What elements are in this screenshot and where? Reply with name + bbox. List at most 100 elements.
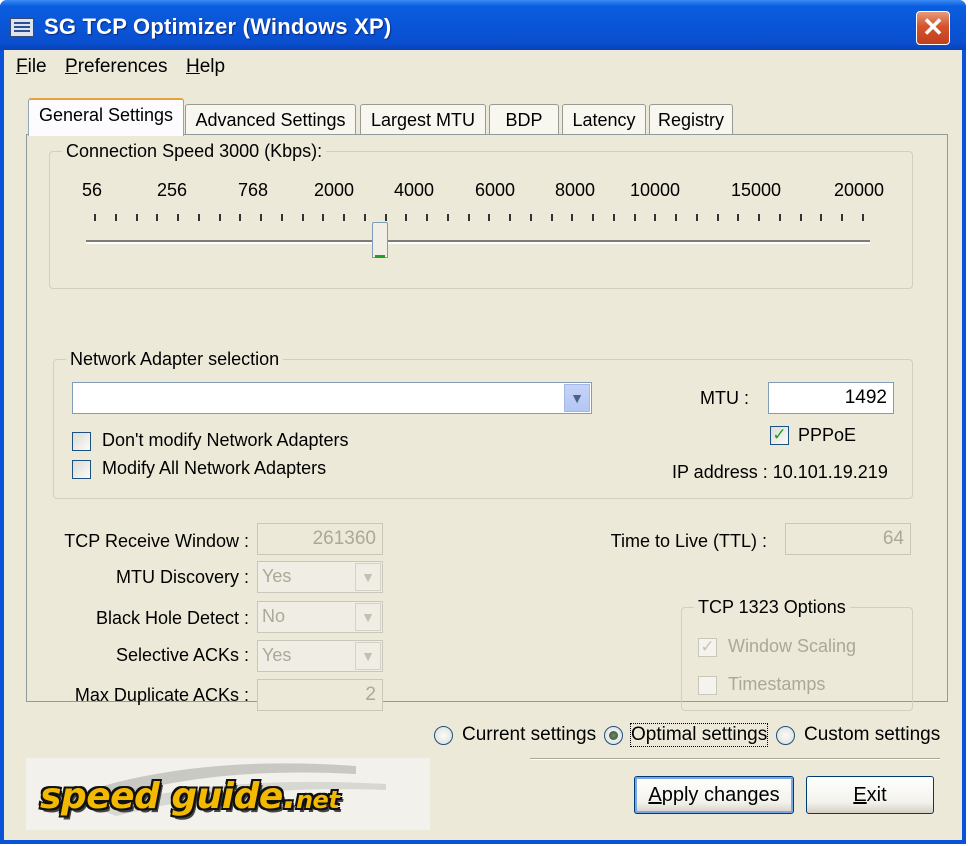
slider-tick (799, 214, 802, 221)
logo-dot: . (282, 776, 297, 817)
slider-track[interactable] (86, 240, 870, 244)
slider-tick (529, 214, 532, 221)
timestamps-label[interactable]: Timestamps (728, 674, 825, 695)
logo-net: net (295, 786, 340, 814)
pppoe-checkbox[interactable]: ✓ (770, 426, 789, 445)
ttl-label: Time to Live (TTL) : (610, 531, 767, 551)
timestamps-checkbox[interactable] (698, 676, 717, 695)
chevron-down-icon[interactable]: ▼ (355, 642, 381, 670)
current-settings-radio[interactable] (434, 726, 453, 745)
menu-bar: File Preferences Help (4, 50, 962, 88)
optimal-settings-label[interactable]: Optimal settings (629, 723, 769, 747)
custom-settings-label[interactable]: Custom settings (804, 724, 940, 746)
slider-tick (197, 214, 200, 221)
slider-tick (778, 214, 781, 221)
mtu-input[interactable]: 1492 (768, 382, 894, 414)
window-scaling-checkbox[interactable]: ✓ (698, 638, 717, 657)
mtu-label: MTU : (700, 388, 749, 408)
black-hole-detect-value: No (262, 606, 286, 626)
tab-strip: General Settings Advanced Settings Large… (4, 98, 962, 136)
ip-address-text: IP address : 10.101.19.219 (672, 462, 888, 482)
current-settings-label[interactable]: Current settings (462, 724, 596, 746)
menu-help[interactable]: Help (186, 56, 225, 78)
chevron-down-icon[interactable]: ▼ (355, 563, 381, 591)
network-adapter-label: Network Adapter selection (66, 349, 284, 370)
menu-file[interactable]: File (16, 56, 47, 78)
scale-label: 256 (157, 180, 188, 200)
slider-tick (94, 214, 96, 221)
modify-all-label[interactable]: Modify All Network Adapters (102, 458, 326, 479)
tcp-receive-window-label: TCP Receive Window : (64, 531, 249, 551)
speed-slider-thumb[interactable] (372, 222, 388, 258)
app-icon[interactable] (10, 18, 34, 37)
mtu-discovery-label: MTU Discovery : (115, 567, 249, 587)
slider-tick (239, 214, 242, 221)
selective-acks-select[interactable]: Yes ▼ (257, 640, 383, 672)
slider-tick (550, 214, 553, 221)
apply-changes-button[interactable]: Apply changes (634, 776, 794, 814)
scale-label: 10000 (630, 180, 681, 200)
black-hole-detect-select[interactable]: No ▼ (257, 601, 383, 633)
slider-tick (405, 214, 408, 221)
exit-button[interactable]: Exit (806, 776, 934, 814)
slider-tick (695, 214, 698, 221)
window-title: SG TCP Optimizer (Windows XP) (44, 14, 392, 39)
network-adapter-group: Network Adapter selection ▼ Don't modify… (53, 349, 913, 499)
max-duplicate-acks-label: Max Duplicate ACKs : (74, 685, 249, 705)
slider-tick (114, 214, 117, 221)
tab-registry[interactable]: Registry (649, 104, 733, 134)
scale-label: 6000 (475, 180, 516, 200)
slider-tick (758, 214, 761, 221)
separator (530, 758, 940, 760)
slider-tick (571, 214, 574, 221)
chevron-down-icon[interactable]: ▼ (564, 384, 590, 412)
connection-speed-label: Connection Speed 3000 (Kbps): (62, 141, 327, 162)
modify-all-checkbox[interactable] (72, 460, 91, 479)
ttl-input[interactable]: 64 (785, 523, 911, 555)
dont-modify-checkbox[interactable] (72, 432, 91, 451)
close-button[interactable]: ✕ (916, 11, 950, 45)
mtu-discovery-select[interactable]: Yes ▼ (257, 561, 383, 593)
tcp-1323-group: TCP 1323 Options ✓ Window Scaling Timest… (681, 597, 913, 711)
slider-tick (467, 214, 470, 221)
client-area: File Preferences Help General Settings A… (4, 50, 962, 840)
slider-tick (384, 214, 387, 221)
general-settings-panel: Connection Speed 3000 (Kbps): 56 256 768… (26, 134, 948, 711)
slider-tick (363, 214, 366, 221)
pppoe-label[interactable]: PPPoE (798, 425, 856, 446)
tab-advanced-settings[interactable]: Advanced Settings (185, 104, 356, 134)
max-duplicate-acks-input[interactable]: 2 (257, 679, 383, 711)
dont-modify-label[interactable]: Don't modify Network Adapters (102, 430, 349, 451)
scale-label: 4000 (394, 180, 435, 200)
tcp-receive-window-input[interactable]: 261360 (257, 523, 383, 555)
slider-tick (322, 214, 325, 221)
adapter-dropdown[interactable]: ▼ (72, 382, 592, 414)
black-hole-detect-label: Black Hole Detect : (95, 608, 249, 628)
scale-label: 8000 (555, 180, 596, 200)
title-bar[interactable]: SG TCP Optimizer (Windows XP) ✕ (0, 0, 966, 50)
custom-settings-radio[interactable] (776, 726, 795, 745)
slider-tick (862, 214, 864, 221)
connection-speed-group: Connection Speed 3000 (Kbps): 56 256 768… (49, 141, 913, 289)
slider-tick (135, 214, 138, 221)
slider-tick (426, 214, 429, 221)
scale-label: 20000 (834, 180, 885, 200)
slider-tick (716, 214, 719, 221)
slider-tick (218, 214, 221, 221)
tab-general-settings[interactable]: General Settings (28, 98, 184, 136)
tab-largest-mtu[interactable]: Largest MTU (360, 104, 486, 134)
tab-latency[interactable]: Latency (562, 104, 646, 134)
slider-tick (177, 214, 180, 221)
window-scaling-label[interactable]: Window Scaling (728, 636, 856, 657)
scale-label: 56 (82, 180, 103, 200)
slider-tick (633, 214, 636, 221)
menu-preferences[interactable]: Preferences (65, 56, 167, 78)
chevron-down-icon[interactable]: ▼ (355, 603, 381, 631)
mtu-discovery-value: Yes (262, 566, 292, 586)
slider-tick (280, 214, 283, 221)
tab-bdp[interactable]: BDP (489, 104, 559, 134)
slider-tick (841, 214, 844, 221)
optimal-settings-radio[interactable] (604, 726, 623, 745)
slider-tick (488, 214, 491, 221)
tcp-1323-label: TCP 1323 Options (694, 597, 850, 618)
